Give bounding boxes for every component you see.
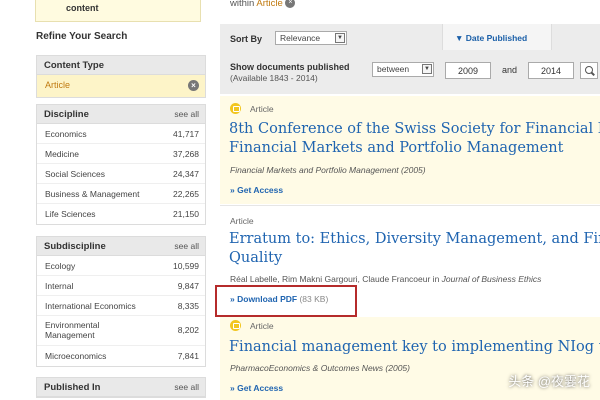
result-title-line2[interactable]: Financial Markets and Portfolio Manageme… (229, 139, 600, 158)
link-arrow-icon: » (230, 185, 235, 195)
subdiscipline-heading: Subdiscipline see all (37, 237, 205, 256)
link-arrow-icon: » (230, 383, 235, 393)
dropdown-arrow-icon: ▼ (335, 33, 345, 43)
discipline-see-all-link[interactable]: see all (174, 109, 199, 123)
get-access-link[interactable]: » Get Access (230, 185, 283, 195)
highlight-box (215, 285, 357, 317)
result-authors: Réal Labelle, Rim Makni Gargouri, Claude… (230, 274, 440, 284)
clear-filter-icon[interactable]: × (188, 80, 199, 91)
subdiscipline-item-environmental-management[interactable]: Environmental Management 8,202 (37, 316, 205, 346)
get-access-label: Get Access (237, 185, 284, 195)
discipline-item-count: 37,268 (173, 149, 199, 159)
subdiscipline-item-label: International Economics (45, 301, 136, 311)
sort-select-value: Relevance (280, 33, 321, 43)
subdiscipline-item-count: 8,202 (177, 325, 199, 335)
subdiscipline-item-label: Microeconomics (45, 351, 107, 361)
result-item: Article 8th Conference of the Swiss Soci… (220, 96, 600, 204)
tab-date-published[interactable]: ▼ Date Published (442, 24, 552, 50)
subdiscipline-item-count: 9,847 (177, 281, 199, 291)
discipline-item-label: Economics (45, 129, 87, 139)
discipline-item-count: 22,265 (173, 189, 199, 199)
subdiscipline-item-count: 10,599 (173, 261, 199, 271)
published-in-heading: Published In see all (37, 378, 205, 397)
subdiscipline-item-count: 8,335 (177, 301, 199, 311)
results-main: within Article × Sort By Relevance ▼ ▼ D… (220, 0, 600, 400)
content-type-box-label: content (66, 3, 99, 13)
result-title-line1[interactable]: 8th Conference of the Swiss Society for … (229, 120, 600, 139)
sort-select[interactable]: Relevance ▼ (275, 31, 347, 45)
show-documents-text: Show documents published (230, 62, 350, 72)
available-range: (Available 1843 - 2014) (230, 73, 318, 83)
result-type: Article (230, 216, 254, 226)
discipline-item-medicine[interactable]: Medicine 37,268 (37, 144, 205, 164)
content-type-filter-article[interactable]: Article × (37, 75, 205, 97)
subdiscipline-item-international-economics[interactable]: International Economics 8,335 (37, 296, 205, 316)
published-in-heading-label: Published In (44, 382, 101, 393)
search-controls: Sort By Relevance ▼ ▼ Date Published Sho… (220, 24, 600, 94)
sort-down-icon: ▼ (455, 33, 464, 43)
subdiscipline-panel: Subdiscipline see all Ecology 10,599 Int… (36, 236, 206, 367)
discipline-item-label: Business & Management (45, 189, 140, 199)
end-year-input[interactable]: 2014 (528, 62, 574, 79)
discipline-item-count: 24,347 (173, 169, 199, 179)
result-type: Article (250, 104, 274, 114)
discipline-heading: Discipline see all (37, 105, 205, 124)
subdiscipline-item-count: 7,841 (177, 351, 199, 361)
discipline-item-count: 41,717 (173, 129, 199, 139)
subdiscipline-item-ecology[interactable]: Ecology 10,599 (37, 256, 205, 276)
result-title-line2[interactable]: Quality (229, 249, 600, 268)
date-published-label: Date Published (465, 33, 528, 43)
start-year-input[interactable]: 2009 (445, 62, 491, 79)
published-in-see-all-link[interactable]: see all (174, 382, 199, 396)
published-in-panel: Published In see all (36, 377, 206, 398)
watermark: 头条 @夜霎花 (508, 374, 590, 389)
discipline-panel: Discipline see all Economics 41,717 Medi… (36, 104, 206, 225)
result-journal: Journal of Business Ethics (441, 274, 542, 284)
content-type-panel: Content Type Article × (36, 55, 206, 98)
access-icon (230, 320, 241, 331)
discipline-item-count: 21,150 (173, 209, 199, 219)
content-type-box: content (35, 0, 201, 22)
date-search-button[interactable] (580, 62, 598, 79)
subdiscipline-see-all-link[interactable]: see all (174, 241, 199, 255)
result-meta: Financial Markets and Portfolio Manageme… (230, 165, 426, 175)
subdiscipline-item-label: Internal (45, 281, 74, 291)
dropdown-arrow-icon: ▼ (422, 64, 432, 74)
discipline-item-label: Life Sciences (45, 209, 96, 219)
subdiscipline-item-internal[interactable]: Internal 9,847 (37, 276, 205, 296)
within-text: within (230, 0, 255, 9)
content-type-value: Article (45, 80, 71, 90)
remove-filter-icon[interactable]: × (285, 0, 296, 9)
and-label: and (502, 65, 518, 75)
discipline-item-label: Medicine (45, 149, 80, 159)
access-icon (230, 103, 241, 114)
discipline-item-economics[interactable]: Economics 41,717 (37, 124, 205, 144)
result-title-line1[interactable]: Financial management key to implementing… (229, 338, 600, 357)
show-documents-label: Show documents published (Available 1843… (230, 62, 350, 84)
discipline-item-social-sciences[interactable]: Social Sciences 24,347 (37, 164, 205, 184)
result-title-line1[interactable]: Erratum to: Ethics, Diversity Management… (229, 230, 600, 249)
sort-by-label: Sort By (230, 34, 263, 44)
get-access-link[interactable]: » Get Access (230, 383, 283, 393)
discipline-item-label: Social Sciences (45, 169, 106, 179)
date-range-mode-select[interactable]: between ▼ (372, 62, 434, 77)
within-article-link[interactable]: Article (256, 0, 282, 9)
subdiscipline-item-label: Ecology (45, 261, 76, 271)
subdiscipline-item-microeconomics[interactable]: Microeconomics 7,841 (37, 346, 205, 366)
content-type-heading: Content Type (37, 56, 205, 75)
discipline-item-business-management[interactable]: Business & Management 22,265 (37, 184, 205, 204)
result-type: Article (250, 321, 274, 331)
content-type-heading-label: Content Type (44, 60, 104, 71)
discipline-item-life-sciences[interactable]: Life Sciences 21,150 (37, 204, 205, 224)
refine-title: Refine Your Search (36, 31, 128, 42)
get-access-label: Get Access (237, 383, 284, 393)
within-filter: within Article × (230, 0, 296, 9)
result-meta: Réal Labelle, Rim Makni Gargouri, Claude… (230, 274, 600, 284)
refine-sidebar: content Refine Your Search Content Type … (0, 0, 218, 400)
date-range-mode-value: between (377, 64, 410, 74)
subdiscipline-heading-label: Subdiscipline (44, 241, 106, 252)
discipline-heading-label: Discipline (44, 109, 89, 120)
subdiscipline-item-label: Environmental Management (45, 320, 100, 340)
